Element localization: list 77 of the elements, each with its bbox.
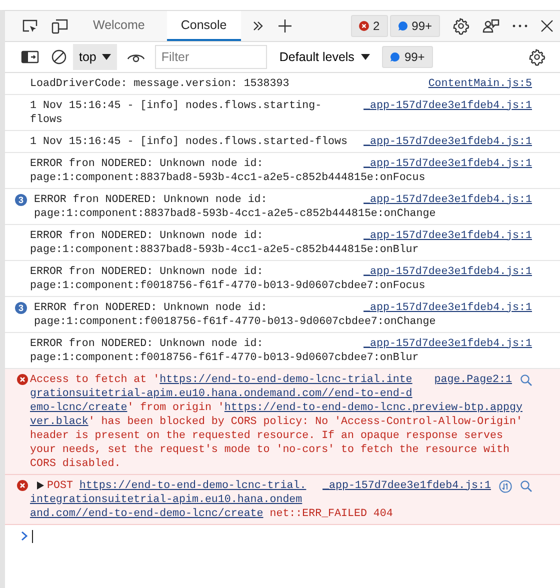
- network-icon[interactable]: [499, 480, 512, 492]
- message-text: Access to fetch at 'https://end-to-end-demo-lcnc-trial.inte: [30, 372, 414, 386]
- source-link[interactable]: _app-157d7dee3e1fdeb4.js:1: [364, 336, 532, 350]
- message-link[interactable]: ver.black: [30, 416, 88, 428]
- message-text: ERROR fron NODERED: Unknown node id:: [30, 336, 264, 350]
- message-text: header is present on the requested resource. If an opaque response serves: [30, 428, 504, 442]
- plus-icon[interactable]: [276, 18, 293, 34]
- message-text: LoadDriverCode: message.version: 1538393: [30, 76, 290, 90]
- repeat-count: 3: [15, 194, 27, 206]
- source-link[interactable]: _app-157d7dee3e1fdeb4.js:1: [364, 134, 532, 148]
- message-link[interactable]: grationsuitetrial-apim.eu10.hana.ondemand.com//end-to-end-d: [30, 388, 412, 400]
- repeat-count: 3: [15, 302, 27, 314]
- sidebar-icon[interactable]: [21, 50, 39, 64]
- message-text: POST https://end-to-end-demo-lcnc-trial.: [47, 478, 306, 492]
- settings-icon[interactable]: [452, 17, 470, 35]
- message-link[interactable]: and.com//end-to-end-demo-lcnc/create: [30, 508, 264, 520]
- message-text: CORS disabled.: [30, 456, 122, 470]
- error-icon: [358, 21, 369, 31]
- source-link[interactable]: _app-157d7dee3e1fdeb4.js:1: [364, 300, 532, 314]
- tab[interactable]: Console: [166, 11, 241, 41]
- device-icon[interactable]: [51, 18, 69, 34]
- message-text: page:1:component:8837bad8-593b-4cc1-a2e5-c852b444815e:onFocus: [30, 170, 426, 184]
- source-link[interactable]: _app-157d7dee3e1fdeb4.js:1: [364, 98, 532, 112]
- message-text: ERROR fron NODERED: Unknown node id:: [30, 264, 264, 278]
- settings-icon[interactable]: [528, 48, 546, 66]
- message-text: 1 Nov 15:16:45 - [info] nodes.flows.started-flows: [30, 134, 348, 148]
- error-icon: [17, 480, 28, 491]
- search-icon[interactable]: [520, 480, 532, 492]
- search-icon[interactable]: [520, 374, 532, 386]
- message-text: your needs, set the request's mode to 'no-cors' to fetch the resource with: [30, 442, 510, 456]
- message-text: ERROR fron NODERED: Unknown node id:: [34, 192, 268, 206]
- message-count-button[interactable]: 99+: [390, 15, 440, 37]
- message-text: ERROR fron NODERED: Unknown node id:: [34, 300, 268, 314]
- context-dropdown[interactable]: top: [73, 44, 118, 70]
- error-count-button[interactable]: 2: [350, 15, 388, 37]
- source-link[interactable]: _app-157d7dee3e1fdeb4.js:1: [322, 478, 491, 492]
- clear-icon[interactable]: [51, 49, 67, 65]
- source-link[interactable]: _app-157d7dee3e1fdeb4.js:1: [364, 192, 532, 206]
- tab[interactable]: Welcome: [79, 11, 159, 41]
- message-icon: [398, 21, 408, 31]
- message-text: ver.black' has been blocked by CORS policy: No 'Access-Control-Allow-Origin': [30, 414, 524, 428]
- message-icon: [390, 52, 400, 62]
- feedback-icon[interactable]: [482, 18, 500, 34]
- message-text: page:1:component:f0018756-f61f-4770-b013-9d0607cbdee7:onChange: [34, 314, 437, 328]
- prompt-icon: [21, 531, 28, 541]
- source-link[interactable]: ContentMain.js:5: [428, 76, 532, 90]
- message-text: flows: [30, 112, 64, 126]
- message-link[interactable]: https://end-to-end-demo-lcnc-trial.inte: [160, 374, 412, 386]
- caret-icon: [361, 54, 370, 60]
- message-link[interactable]: emo-lcnc/create: [30, 402, 128, 414]
- message-text: emo-lcnc/create' from origin 'https://end-to-end-demo-lcnc.preview-btp.appgy: [30, 400, 524, 414]
- message-text: page:1:component:f0018756-f61f-4770-b013-9d0607cbdee7:onFocus: [30, 278, 426, 292]
- more-icon[interactable]: [512, 24, 528, 28]
- message-text: page:1:component:f0018756-f61f-4770-b013-9d0607cbdee7:onBlur: [30, 350, 420, 364]
- source-link[interactable]: _app-157d7dee3e1fdeb4.js:1: [364, 228, 532, 242]
- message-text: page:1:component:8837bad8-593b-4cc1-a2e5-c852b444815e:onChange: [34, 206, 437, 220]
- message-text: ERROR fron NODERED: Unknown node id:: [30, 156, 264, 170]
- message-text: and.com//end-to-end-demo-lcnc/create net::ERR_FAILED 404: [30, 506, 394, 520]
- source-link[interactable]: page.Page2:1: [434, 372, 512, 386]
- error-icon: [17, 374, 28, 385]
- message-link[interactable]: https://end-to-end-demo-lcnc-trial.: [79, 480, 306, 492]
- levels-dropdown[interactable]: Default levels: [275, 50, 374, 64]
- text-cursor: [32, 530, 33, 542]
- message-text: page:1:component:8837bad8-593b-4cc1-a2e5-c852b444815e:onBlur: [30, 242, 420, 256]
- caret-icon: [102, 54, 112, 60]
- message-link[interactable]: integrationsuitetrial-apim.eu10.hana.ondem: [30, 494, 302, 506]
- more-tabs-icon[interactable]: [250, 19, 265, 33]
- message-count-button[interactable]: 99+: [382, 46, 433, 68]
- inspect-icon[interactable]: [21, 18, 39, 34]
- source-link[interactable]: _app-157d7dee3e1fdeb4.js:1: [364, 264, 532, 278]
- message-link[interactable]: https://end-to-end-demo-lcnc.preview-btp.appgy: [224, 402, 522, 414]
- close-icon[interactable]: [540, 19, 554, 33]
- source-link[interactable]: _app-157d7dee3e1fdeb4.js:1: [364, 156, 532, 170]
- expand-icon[interactable]: [36, 481, 44, 490]
- message-text: 1 Nov 15:16:45 - [info] nodes.flows.starting-: [30, 98, 323, 112]
- filter-field[interactable]: Filter: [155, 45, 268, 69]
- message-text: ERROR fron NODERED: Unknown node id:: [30, 228, 264, 242]
